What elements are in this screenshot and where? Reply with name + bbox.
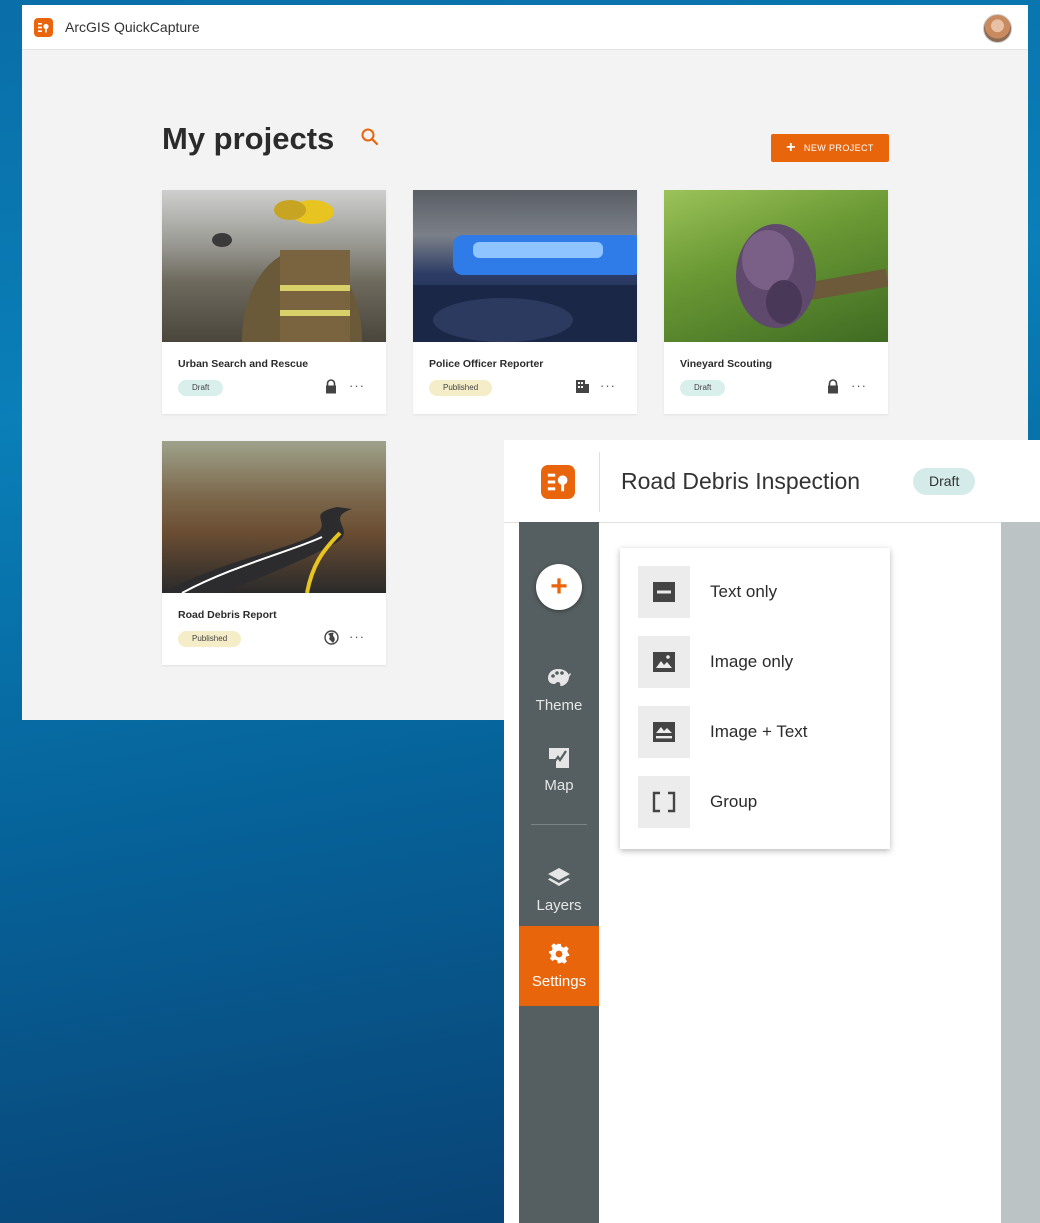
project-card-police-officer[interactable]: Police Officer Reporter Published ··· (413, 190, 637, 414)
menu-item-text-only[interactable]: Text only (638, 566, 878, 618)
nav-theme[interactable]: Theme (519, 650, 599, 730)
sidebar-divider (531, 824, 587, 825)
editor-sidebar: + Theme Map Layers Settings (519, 522, 599, 1223)
project-title: Road Debris Inspection (621, 468, 861, 494)
menu-item-label: Group (710, 792, 758, 811)
header-divider (599, 452, 600, 512)
more-options-button[interactable]: ··· (349, 378, 365, 393)
menu-item-group[interactable]: Group (638, 776, 878, 828)
plus-icon: + (786, 139, 796, 156)
project-card-urban-search[interactable]: Urban Search and Rescue Draft ··· (162, 190, 386, 414)
nav-theme-label: Theme (535, 696, 583, 714)
status-badge: Draft (178, 380, 224, 396)
page-title: My projects (162, 121, 335, 156)
status-badge: Draft (913, 468, 976, 495)
text-only-icon (638, 566, 690, 618)
globe-icon (324, 630, 339, 650)
quickcapture-logo-icon[interactable] (34, 17, 53, 37)
nav-settings[interactable]: Settings (519, 926, 599, 1006)
more-options-button[interactable]: ··· (349, 629, 365, 644)
add-button[interactable]: + (536, 564, 582, 610)
lock-icon (324, 379, 338, 399)
status-badge: Published (178, 631, 242, 647)
nav-map-label: Map (544, 776, 574, 794)
nav-layers-label: Layers (536, 896, 582, 914)
nav-layers[interactable]: Layers (519, 850, 599, 930)
app-title: ArcGIS QuickCapture (65, 19, 200, 35)
menu-item-label: Image only (710, 652, 794, 671)
nav-settings-label: Settings (531, 972, 587, 990)
project-name: Police Officer Reporter (429, 358, 544, 370)
layers-icon (547, 867, 571, 893)
preview-panel (1001, 522, 1040, 1223)
project-thumbnail (413, 190, 637, 342)
organization-icon (575, 379, 590, 399)
project-name: Urban Search and Rescue (178, 358, 309, 370)
group-icon (638, 776, 690, 828)
image-text-icon (638, 706, 690, 758)
nav-map[interactable]: Map (519, 730, 599, 810)
project-thumbnail (664, 190, 888, 342)
search-icon[interactable] (360, 127, 380, 152)
project-card-road-debris-report[interactable]: Road Debris Report Published ··· (162, 441, 386, 665)
menu-item-image-only[interactable]: Image only (638, 636, 878, 688)
menu-item-image-text[interactable]: Image + Text (638, 706, 878, 758)
map-icon (548, 747, 570, 773)
user-avatar[interactable] (983, 14, 1012, 43)
project-name: Vineyard Scouting (680, 358, 772, 370)
top-bar: ArcGIS QuickCapture (22, 5, 1028, 50)
project-name: Road Debris Report (178, 609, 277, 621)
gear-icon (548, 942, 570, 969)
project-card-vineyard-scouting[interactable]: Vineyard Scouting Draft ··· (664, 190, 888, 414)
menu-item-label: Text only (710, 582, 778, 601)
new-project-button[interactable]: + NEW PROJECT (771, 134, 889, 162)
quickcapture-logo-icon[interactable] (541, 465, 575, 499)
status-badge: Published (429, 380, 493, 396)
palette-icon (547, 667, 571, 693)
lock-icon (826, 379, 840, 399)
project-thumbnail (162, 441, 386, 593)
status-badge: Draft (680, 380, 726, 396)
image-only-icon (638, 636, 690, 688)
editor-header: Road Debris Inspection Draft (504, 440, 1040, 523)
new-project-label: NEW PROJECT (803, 143, 874, 153)
editor-window: Road Debris Inspection Draft + Theme Map… (504, 440, 1040, 1223)
project-thumbnail (162, 190, 386, 342)
more-options-button[interactable]: ··· (851, 378, 867, 393)
add-element-menu: Text only Image only Image + Text Group (620, 548, 890, 849)
more-options-button[interactable]: ··· (600, 378, 616, 393)
menu-item-label: Image + Text (710, 722, 808, 741)
